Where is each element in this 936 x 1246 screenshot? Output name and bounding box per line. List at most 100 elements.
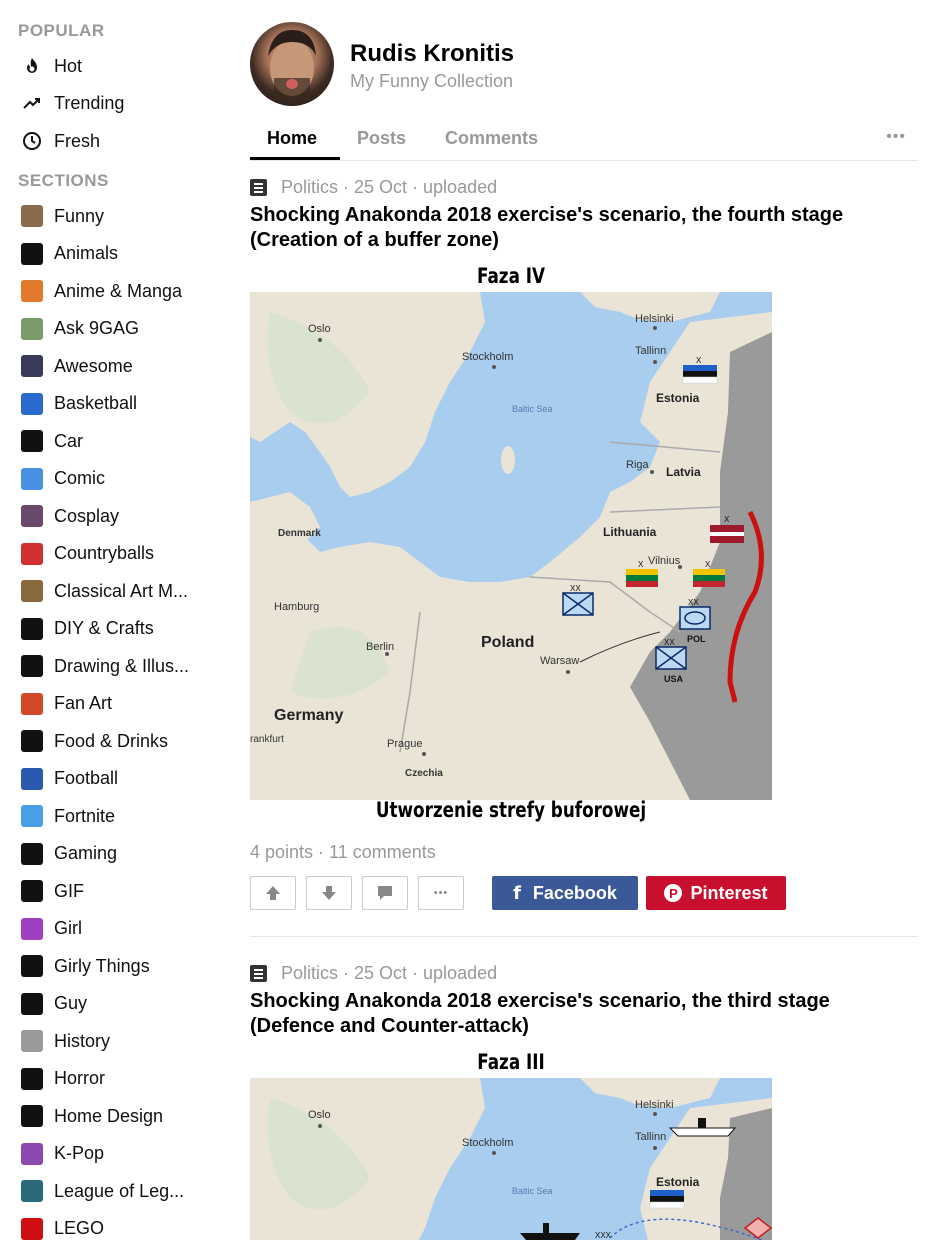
tab-comments[interactable]: Comments <box>445 128 538 149</box>
svg-text:X: X <box>705 560 711 569</box>
post-meta: Politics · 25 Oct · uploaded <box>250 963 497 984</box>
section-icon <box>250 179 267 196</box>
sidebar-item-label: Basketball <box>54 393 138 413</box>
sidebar-item-label: DIY & Crafts <box>54 618 154 638</box>
sidebar-item-diy-crafts[interactable]: DIY & Crafts <box>20 612 154 646</box>
sidebar-item-label: Animals <box>54 243 119 263</box>
sidebar-item-classical-art-m[interactable]: Classical Art M... <box>20 574 188 608</box>
svg-text:Oslo: Oslo <box>308 1109 331 1121</box>
sidebar-item-label: Fresh <box>54 130 101 151</box>
facebook-label: Facebook <box>532 882 617 903</box>
sidebar-item-label: Countryballs <box>54 543 155 563</box>
sidebar-item-lego[interactable]: LEGO <box>20 1212 104 1246</box>
sidebar-item-trending[interactable]: Trending <box>20 86 124 120</box>
post-stats[interactable]: 4 points · 11 comments <box>250 842 436 863</box>
sidebar-item-cosplay[interactable]: Cosplay <box>20 499 119 533</box>
svg-text:Baltic Sea: Baltic Sea <box>512 1186 553 1196</box>
downvote-button[interactable] <box>306 876 352 910</box>
sidebar-item-label: Football <box>54 768 119 788</box>
sidebar-item-girly-things[interactable]: Girly Things <box>20 949 150 983</box>
sidebar-item-hot[interactable]: Hot <box>20 49 82 83</box>
svg-text:Lithuania: Lithuania <box>603 525 657 539</box>
sidebar-item-label: LEGO <box>54 1218 105 1238</box>
comment-button[interactable] <box>362 876 408 910</box>
sidebar-item-label: Car <box>54 430 84 451</box>
tab-posts[interactable]: Posts <box>357 128 406 149</box>
classical-art-m-section-icon <box>20 579 44 603</box>
svg-text:Stockholm: Stockholm <box>462 1137 513 1149</box>
active-tab-indicator <box>250 157 340 160</box>
sidebar-item-label: Classical Art M... <box>54 580 189 601</box>
sidebar-item-fortnite[interactable]: Fortnite <box>20 799 115 833</box>
sidebar-item-basketball[interactable]: Basketball <box>20 387 137 421</box>
more-options-icon[interactable]: ••• <box>886 128 906 146</box>
sidebar-item-awesome[interactable]: Awesome <box>20 349 133 383</box>
sidebar-item-home-design[interactable]: Home Design <box>20 1099 163 1133</box>
sidebar-item-history[interactable]: History <box>20 1024 110 1058</box>
svg-text:XXX: XXX <box>595 1231 612 1240</box>
sidebar-item-label: GIF <box>54 880 84 901</box>
awesome-section-icon <box>20 354 44 378</box>
map-caption: Utworzenie strefy buforowej <box>375 798 647 822</box>
avatar[interactable] <box>250 22 334 106</box>
sidebar-item-countryballs[interactable]: Countryballs <box>20 537 154 571</box>
sidebar-item-ask-9gag[interactable]: Ask 9GAG <box>20 312 139 346</box>
sidebar-item-label: Comic <box>54 468 106 488</box>
sidebar-item-funny[interactable]: Funny <box>20 199 104 233</box>
sidebar-item-football[interactable]: Football <box>20 762 118 796</box>
post-title[interactable]: Shocking Anakonda 2018 exercise's scenar… <box>250 203 915 253</box>
sidebar-item-label: Awesome <box>54 355 133 376</box>
sidebar-item-k-pop[interactable]: K-Pop <box>20 1137 104 1171</box>
sidebar-item-label: Hot <box>54 55 83 76</box>
post-image[interactable]: Faza III Oslo Stockholm Helsinki Tallinn… <box>250 1048 772 1240</box>
home-design-section-icon <box>20 1104 44 1128</box>
svg-text:Stockholm: Stockholm <box>462 351 513 363</box>
post-meta: Politics · 25 Oct · uploaded <box>250 177 497 198</box>
sidebar-item-league-of-leg[interactable]: League of Leg... <box>20 1174 184 1208</box>
svg-text:Tallinn: Tallinn <box>635 345 666 357</box>
svg-text:Germany: Germany <box>274 707 343 724</box>
post-image[interactable]: Faza IV Oslo Stockholm Helsinki Tallinn … <box>250 262 772 832</box>
sidebar-item-food-drinks[interactable]: Food & Drinks <box>20 724 168 758</box>
sidebar-item-animals[interactable]: Animals <box>20 237 118 271</box>
svg-text:POL: POL <box>687 634 706 644</box>
comment-icon <box>378 886 392 900</box>
diy-crafts-section-icon <box>20 617 44 641</box>
dots-icon: ••• <box>433 887 449 899</box>
pinterest-share-button[interactable]: P Pinterest <box>646 876 786 910</box>
sidebar-item-label: Girly Things <box>54 955 150 976</box>
map-label: Oslo <box>308 323 331 335</box>
map-title: Faza IV <box>476 264 546 288</box>
sidebar-item-girl[interactable]: Girl <box>20 912 82 946</box>
sidebar-item-horror[interactable]: Horror <box>20 1062 105 1096</box>
sidebar-item-drawing-illus[interactable]: Drawing & Illus... <box>20 649 189 683</box>
sidebar-item-anime-manga[interactable]: Anime & Manga <box>20 274 182 308</box>
sidebar-item-fan-art[interactable]: Fan Art <box>20 687 112 721</box>
svg-text:Estonia: Estonia <box>656 391 700 405</box>
sidebar-item-fresh[interactable]: Fresh <box>20 124 100 158</box>
post-meta-text[interactable]: Politics · 25 Oct · uploaded <box>281 177 497 198</box>
post-meta-text[interactable]: Politics · 25 Oct · uploaded <box>281 963 497 984</box>
sidebar-item-gaming[interactable]: Gaming <box>20 837 117 871</box>
upvote-button[interactable] <box>250 876 296 910</box>
trending-icon <box>20 91 44 115</box>
post-title[interactable]: Shocking Anakonda 2018 exercise's scenar… <box>250 989 915 1039</box>
more-button[interactable]: ••• <box>418 876 464 910</box>
clock-icon <box>20 129 44 153</box>
sidebar-item-gif[interactable]: GIF <box>20 874 84 908</box>
sidebar-item-guy[interactable]: Guy <box>20 987 87 1021</box>
facebook-share-button[interactable]: f Facebook <box>492 876 638 910</box>
latvia-flag-icon <box>710 525 744 543</box>
estonia-flag-icon <box>649 1190 685 1209</box>
svg-text:Denmark: Denmark <box>278 528 321 539</box>
sidebar-item-label: K-Pop <box>54 1143 105 1163</box>
guy-section-icon <box>20 992 44 1016</box>
svg-text:Latvia: Latvia <box>666 465 701 479</box>
tab-home[interactable]: Home <box>267 128 317 149</box>
sidebar-item-car[interactable]: Car <box>20 424 83 458</box>
flame-icon <box>20 54 44 78</box>
sidebar-item-comic[interactable]: Comic <box>20 462 105 496</box>
arrow-down-icon <box>322 886 336 900</box>
svg-text:Estonia: Estonia <box>656 1175 700 1189</box>
sidebar-item-label: Drawing & Illus... <box>54 655 190 676</box>
